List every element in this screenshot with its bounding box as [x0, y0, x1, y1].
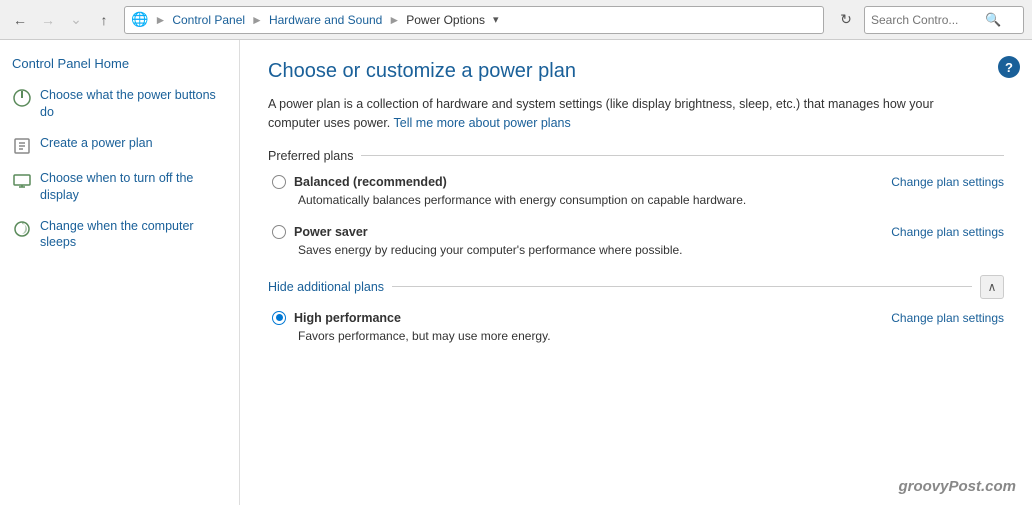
plan-high-performance-desc: Favors performance, but may use more ene… — [298, 329, 1004, 343]
plan-power-saver-change[interactable]: Change plan settings — [891, 225, 1004, 239]
search-icon[interactable]: 🔍 — [985, 12, 1001, 28]
sidebar-item-create-plan[interactable]: Create a power plan — [12, 135, 227, 156]
create-plan-icon — [12, 136, 32, 156]
breadcrumb-control-panel[interactable]: Control Panel — [172, 13, 245, 27]
preferred-plans-header: Preferred plans — [268, 149, 1004, 163]
sidebar-item-label: Create a power plan — [40, 135, 153, 152]
toggle-additional-plans-button[interactable]: ∧ — [980, 275, 1004, 299]
plan-balanced-left: Balanced (recommended) — [272, 175, 447, 189]
refresh-button[interactable]: ↻ — [832, 6, 860, 34]
watermark-text: groovyPost.com — [898, 478, 1016, 495]
up-button[interactable]: ↑ — [92, 8, 116, 32]
search-box: 🔍 — [864, 6, 1024, 34]
plan-high-performance-radio[interactable] — [272, 311, 286, 325]
plan-balanced-name: Balanced (recommended) — [294, 175, 447, 189]
main-layout: Control Panel Home Choose what the power… — [0, 40, 1032, 505]
display-icon — [12, 171, 32, 191]
breadcrumb-hardware-sound[interactable]: Hardware and Sound — [269, 13, 382, 27]
section-divider — [361, 155, 1004, 156]
plan-high-performance-name: High performance — [294, 311, 401, 325]
plan-high-performance-change[interactable]: Change plan settings — [891, 311, 1004, 325]
help-button[interactable]: ? — [998, 56, 1020, 78]
sidebar-item-display[interactable]: Choose when to turn off the display — [12, 170, 227, 204]
globe-icon: 🌐 — [131, 11, 148, 28]
plan-high-performance: High performance Change plan settings Fa… — [268, 311, 1004, 343]
tell-me-more-link[interactable]: Tell me more about power plans — [394, 116, 571, 130]
title-bar: ← → ⌄ ↑ 🌐 ► Control Panel ► Hardware and… — [0, 0, 1032, 40]
plan-power-saver-header: Power saver Change plan settings — [272, 225, 1004, 239]
sidebar-home-link[interactable]: Control Panel Home — [12, 56, 227, 71]
content-area: ? Choose or customize a power plan A pow… — [240, 40, 1032, 505]
plan-power-saver-radio[interactable] — [272, 225, 286, 239]
plan-power-saver-left: Power saver — [272, 225, 368, 239]
page-title: Choose or customize a power plan — [268, 60, 1004, 83]
watermark: groovyPost.com — [898, 478, 1016, 495]
additional-plans-header: Hide additional plans ∧ — [268, 275, 1004, 299]
plan-power-saver-desc: Saves energy by reducing your computer's… — [298, 243, 1004, 257]
search-input[interactable] — [871, 13, 981, 27]
separator: ► — [388, 13, 400, 27]
power-button-icon — [12, 88, 32, 108]
plan-balanced-header: Balanced (recommended) Change plan setti… — [272, 175, 1004, 189]
additional-plans-label[interactable]: Hide additional plans — [268, 280, 384, 294]
forward-button[interactable]: → — [36, 8, 60, 32]
sidebar-item-sleep[interactable]: Change when the computer sleeps — [12, 218, 227, 252]
section-divider — [392, 286, 972, 287]
plan-power-saver: Power saver Change plan settings Saves e… — [268, 225, 1004, 257]
separator: ► — [154, 13, 166, 27]
preferred-plans-label: Preferred plans — [268, 149, 353, 163]
plan-balanced-desc: Automatically balances performance with … — [298, 193, 1004, 207]
sleep-icon — [12, 219, 32, 239]
content-description: A power plan is a collection of hardware… — [268, 95, 968, 133]
plan-balanced-radio[interactable] — [272, 175, 286, 189]
dropdown-button[interactable]: ⌄ — [64, 8, 88, 32]
sidebar-item-label: Change when the computer sleeps — [40, 218, 227, 252]
sidebar: Control Panel Home Choose what the power… — [0, 40, 240, 505]
separator: ► — [251, 13, 263, 27]
address-bar: 🌐 ► Control Panel ► Hardware and Sound ►… — [124, 6, 824, 34]
sidebar-item-label: Choose when to turn off the display — [40, 170, 227, 204]
sidebar-item-power-buttons[interactable]: Choose what the power buttons do — [12, 87, 227, 121]
plan-high-performance-left: High performance — [272, 311, 401, 325]
plan-balanced-change[interactable]: Change plan settings — [891, 175, 1004, 189]
plan-power-saver-name: Power saver — [294, 225, 368, 239]
description-text-1: A power plan is a collection of hardware… — [268, 97, 934, 130]
breadcrumb-current: Power Options — [406, 13, 485, 27]
back-button[interactable]: ← — [8, 8, 32, 32]
sidebar-item-label: Choose what the power buttons do — [40, 87, 227, 121]
plan-high-performance-header: High performance Change plan settings — [272, 311, 1004, 325]
plan-balanced: Balanced (recommended) Change plan setti… — [268, 175, 1004, 207]
address-dropdown[interactable]: ▾ — [493, 13, 499, 26]
